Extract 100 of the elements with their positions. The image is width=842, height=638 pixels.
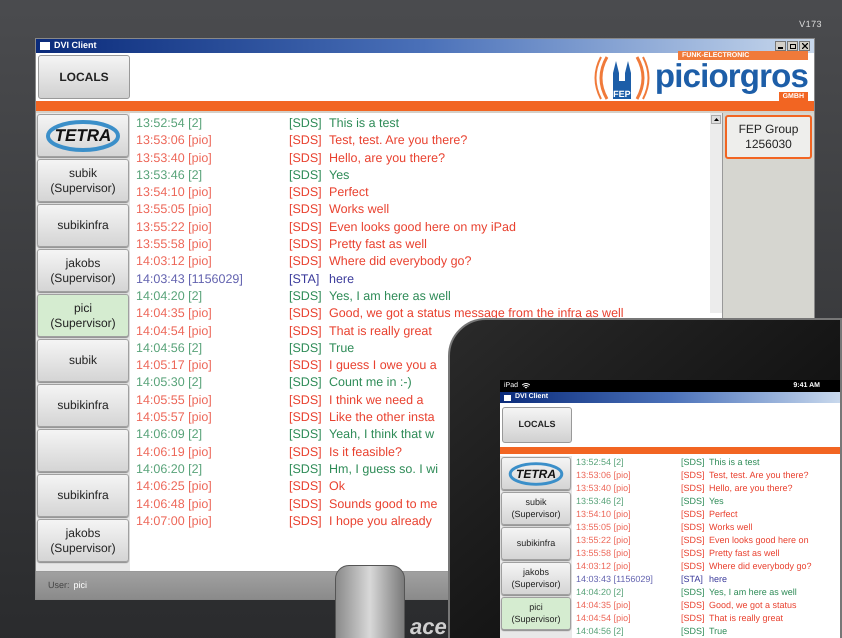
- message-text: Test, test. Are you there?: [329, 132, 468, 150]
- message-tag: [SDS]: [681, 599, 709, 612]
- message-tag: [SDS]: [289, 288, 329, 306]
- message-time: 14:05:57 [pio]: [136, 409, 213, 426]
- message-text: Where did everybody go?: [329, 253, 472, 270]
- message-text: Yes: [329, 166, 350, 184]
- contact-button[interactable]: subik (Supervisor): [501, 492, 571, 525]
- message-time: 14:03:12 [pio]: [576, 560, 632, 573]
- message-tag: [SDS]: [681, 521, 709, 534]
- message-text: Good, we got a status: [709, 599, 797, 612]
- message-text: Hello, are you there?: [329, 150, 446, 167]
- message-text: This is a test: [329, 115, 400, 132]
- message-text: Count me in :-): [329, 374, 412, 392]
- message-time: 13:53:46 [2]: [576, 495, 625, 508]
- contact-button[interactable]: jakobs (Supervisor): [501, 562, 571, 595]
- close-icon[interactable]: [799, 41, 810, 51]
- message-time: 13:53:40 [pio]: [576, 482, 632, 495]
- message-time: 14:05:17 [pio]: [136, 357, 213, 374]
- message-tag: [SDS]: [681, 586, 709, 599]
- contact-button[interactable]: TETRA: [501, 457, 571, 490]
- message-text: Hello, are you there?: [709, 482, 793, 495]
- message-text: Yes: [709, 495, 724, 508]
- message-text: Is it feasible?: [329, 444, 402, 461]
- user-name: pici: [74, 578, 88, 592]
- contact-button[interactable]: subik: [37, 339, 129, 382]
- message-text: Even looks good here on my iPad: [329, 218, 516, 236]
- message-tag: [SDS]: [289, 218, 329, 236]
- message-tag: [STA]: [681, 573, 709, 586]
- message-time: 14:06:48 [pio]: [136, 496, 213, 513]
- contact-button[interactable]: subikinfra: [37, 204, 129, 247]
- message-tag: [SDS]: [681, 560, 709, 573]
- contact-button[interactable]: jakobs (Supervisor): [37, 249, 129, 292]
- cathedral-logo: [592, 55, 651, 101]
- message-tag: [SDS]: [289, 496, 329, 513]
- contact-button[interactable]: subik (Supervisor): [37, 159, 129, 202]
- message-time: 13:53:40 [pio]: [136, 150, 213, 167]
- message-text: Perfect: [329, 184, 369, 202]
- message-time: 13:54:10 [pio]: [136, 184, 213, 202]
- message-text: This is a test: [709, 456, 760, 469]
- message-text: Like the other insta: [329, 409, 435, 426]
- message-time: 14:03:43 [1156029]: [136, 270, 244, 288]
- message-time: 13:53:06 [pio]: [576, 469, 632, 482]
- message-time: 14:04:56 [2]: [136, 340, 204, 357]
- message-time: 13:52:54 [2]: [136, 115, 204, 132]
- contact-button[interactable]: subikinfra: [501, 527, 571, 560]
- contact-button[interactable]: subikinfra: [37, 384, 129, 427]
- locals-button[interactable]: LOCALS: [38, 55, 130, 99]
- message-tag: [SDS]: [289, 322, 329, 340]
- message-time: 14:04:54 [pio]: [576, 612, 632, 625]
- message-tag: [SDS]: [289, 253, 329, 271]
- message-text: Works well: [329, 201, 390, 218]
- message-time: 13:55:22 [pio]: [576, 534, 632, 547]
- message-text: Pretty fast as well: [709, 547, 780, 560]
- contact-button[interactable]: jakobs (Supervisor): [37, 519, 129, 562]
- message-text: here: [329, 270, 354, 288]
- message-text: Test, test. Are you there?: [709, 469, 809, 482]
- message-tag: [SDS]: [289, 512, 329, 530]
- message-text: That is really great: [709, 612, 784, 625]
- message-time: 14:06:20 [2]: [136, 460, 204, 478]
- fep-label: FEP: [613, 90, 631, 99]
- message-time: 14:03:12 [pio]: [136, 253, 213, 270]
- message-text: Pretty fast as well: [329, 236, 427, 254]
- message-time: 14:04:20 [2]: [136, 288, 204, 305]
- message-tag: [SDS]: [289, 305, 329, 323]
- contact-button[interactable]: pici (Supervisor): [501, 597, 571, 630]
- wifi-icon: [522, 383, 530, 389]
- message-time: 13:55:05 [pio]: [136, 201, 213, 218]
- locals-button[interactable]: LOCALS: [502, 407, 572, 443]
- scroll-up-icon[interactable]: [711, 115, 721, 124]
- contact-button[interactable]: subikinfra: [37, 474, 129, 517]
- message-time: 13:53:46 [2]: [136, 166, 204, 184]
- scrollbar[interactable]: [710, 113, 722, 313]
- message-time: 14:04:56 [2]: [576, 625, 625, 638]
- group-button[interactable]: FEP Group 1256030: [725, 115, 812, 159]
- contact-button[interactable]: TETRA: [37, 114, 129, 157]
- message-text: I hope you already: [329, 512, 432, 530]
- message-text: Perfect: [709, 508, 738, 521]
- logo-name: piciorgros: [654, 60, 808, 92]
- message-tag: [SDS]: [289, 236, 329, 254]
- message-time: 14:05:30 [2]: [136, 374, 204, 392]
- contact-button[interactable]: pici (Supervisor): [37, 294, 129, 337]
- message-tag: [SDS]: [681, 534, 709, 547]
- message-text: Yes, I am here as well: [329, 288, 451, 305]
- message-time: 13:54:10 [pio]: [576, 508, 632, 521]
- message-time: 14:04:35 [pio]: [136, 305, 213, 322]
- message-time: 14:04:20 [2]: [576, 586, 625, 599]
- message-tag: [SDS]: [681, 495, 709, 508]
- message-tag: [SDS]: [289, 184, 329, 202]
- message-text: here: [709, 573, 728, 586]
- maximize-icon[interactable]: [787, 41, 798, 51]
- message-text: True: [329, 340, 354, 357]
- message-text: Sounds good to me: [329, 496, 438, 513]
- logo-text: TETRA: [516, 466, 556, 482]
- minimize-icon[interactable]: [775, 41, 786, 51]
- message-time: 13:52:54 [2]: [576, 456, 625, 469]
- message-tag: [SDS]: [289, 150, 329, 167]
- message-time: 13:55:58 [pio]: [576, 547, 632, 560]
- message-tag: [SDS]: [289, 201, 329, 219]
- message-time: 14:06:09 [2]: [136, 426, 204, 444]
- message-tag: [SDS]: [289, 166, 329, 184]
